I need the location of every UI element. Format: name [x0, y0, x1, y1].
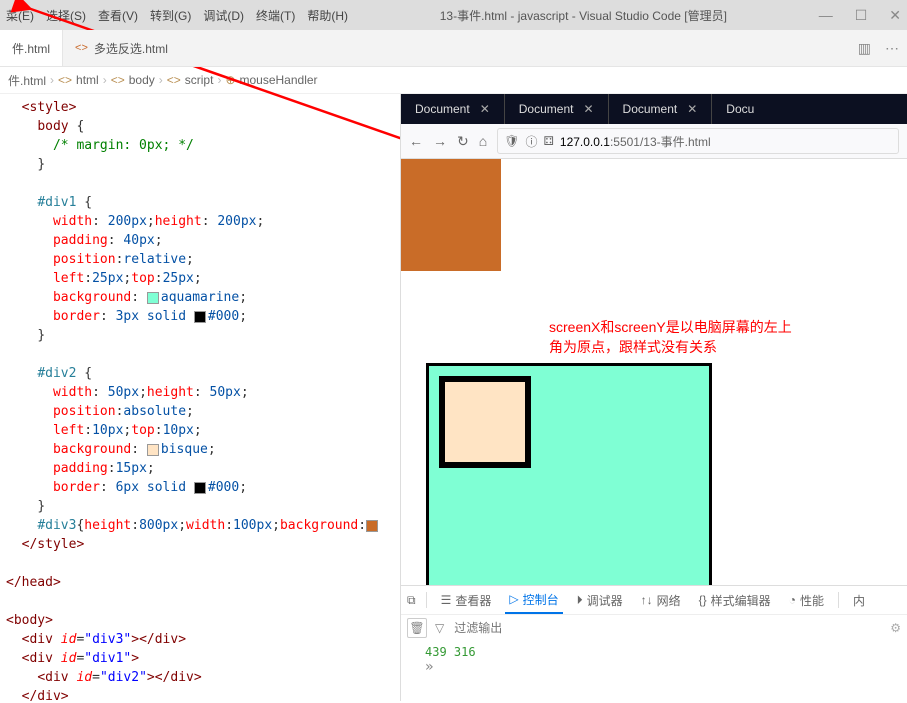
bracket-icon: <> [111, 73, 125, 87]
console-output[interactable]: 439 316 » [401, 641, 907, 701]
reload-icon[interactable]: ↻ [457, 133, 469, 150]
browser-tab[interactable]: Document✕ [609, 94, 713, 124]
home-icon[interactable]: ⌂ [479, 133, 487, 150]
more-icon[interactable]: ⋯ [885, 40, 899, 57]
tab-file1[interactable]: 件.html [0, 30, 63, 66]
info-icon: ⓘ [525, 133, 537, 150]
crumb[interactable]: mouseHandler [240, 73, 318, 87]
window-title: 13-事件.html - javascript - Visual Studio … [348, 7, 819, 24]
browser-tab[interactable]: Document✕ [401, 94, 505, 124]
menu-help[interactable]: 帮助(H) [307, 7, 348, 24]
permission-icon: ⚃ [543, 134, 553, 148]
bracket-icon: <> [58, 73, 72, 87]
clear-console-icon[interactable]: 🗑 [407, 618, 427, 638]
color-swatch [194, 311, 206, 323]
devtool-tab-network[interactable]: ↑↓网络 [637, 592, 685, 609]
devtool-tab-console[interactable]: ▷控制台 [505, 586, 562, 614]
color-swatch [366, 520, 378, 532]
browser-toolbar: ← → ↻ ⌂ 🛡 ⓘ ⚃ 127.0.0.1:5501/13-事件.html [401, 124, 907, 159]
menu-debug[interactable]: 调试(D) [203, 7, 244, 24]
menu-goto[interactable]: 转到(G) [150, 7, 191, 24]
filter-icon: ▽ [435, 621, 444, 635]
split-editor-icon[interactable]: ▥ [858, 40, 871, 57]
close-tab-icon[interactable]: ✕ [687, 102, 697, 116]
close-tab-icon[interactable]: ✕ [480, 102, 490, 116]
devtool-tab-perf[interactable]: ◔性能 [785, 592, 828, 609]
console-filter-input[interactable] [452, 620, 882, 636]
browser-preview-pane: Document✕ Document✕ Document✕ Docu ← → ↻… [400, 94, 907, 701]
annotation-text: screenX和screenY是以电脑屏幕的左上 角为原点，跟样式没有关系 [549, 317, 792, 357]
inspect-icon[interactable]: ⧉ [407, 593, 416, 608]
address-bar[interactable]: 🛡 ⓘ ⚃ 127.0.0.1:5501/13-事件.html [497, 128, 899, 154]
devtool-tab-more[interactable]: 内 [849, 592, 869, 609]
div1-preview [426, 363, 712, 585]
titlebar: 菜(E) 选择(S) 查看(V) 转到(G) 调试(D) 终端(T) 帮助(H)… [0, 0, 907, 30]
color-swatch [147, 292, 159, 304]
menu-bar: 菜(E) 选择(S) 查看(V) 转到(G) 调试(D) 终端(T) 帮助(H) [6, 7, 348, 24]
tab-label: 件.html [12, 40, 50, 57]
crumb[interactable]: 件.html [8, 72, 46, 89]
console-settings-icon[interactable]: ⚙ [890, 621, 901, 635]
menu-select[interactable]: 选择(S) [46, 7, 86, 24]
console-filter-bar: 🗑 ▽ ⚙ [401, 614, 907, 641]
html-icon: <> [75, 42, 88, 54]
tab-file2[interactable]: <> 多选反选.html [63, 30, 180, 66]
menu-edit[interactable]: 菜(E) [6, 7, 34, 24]
color-swatch [194, 482, 206, 494]
function-icon: ⊕ [225, 73, 235, 87]
maximize-button[interactable]: ☐ [855, 7, 868, 24]
crumb[interactable]: html [76, 73, 99, 87]
div2-preview [439, 376, 531, 468]
tab-label: 多选反选.html [94, 40, 168, 57]
breadcrumbs[interactable]: 件.html› <>html› <>body› <>script› ⊕mouse… [0, 67, 907, 94]
devtool-tab-inspector[interactable]: ☰查看器 [437, 592, 496, 609]
browser-tabs: Document✕ Document✕ Document✕ Docu [401, 94, 907, 124]
div3-preview [401, 159, 501, 271]
bracket-icon: <> [167, 73, 181, 87]
devtool-tab-debugger[interactable]: ⏵调试器 [573, 592, 627, 609]
minimize-button[interactable]: — [819, 7, 833, 24]
forward-icon[interactable]: → [433, 133, 447, 150]
console-prompt-icon: » [425, 659, 883, 675]
back-icon[interactable]: ← [409, 133, 423, 150]
menu-terminal[interactable]: 终端(T) [256, 7, 295, 24]
editor-tabs: 件.html <> 多选反选.html ▥ ⋯ [0, 30, 907, 67]
color-swatch [147, 444, 159, 456]
devtools-tabs: ⧉ ☰查看器 ▷控制台 ⏵调试器 ↑↓网络 {}样式编辑器 ◔性能 内 [401, 585, 907, 614]
close-tab-icon[interactable]: ✕ [583, 102, 593, 116]
menu-view[interactable]: 查看(V) [98, 7, 138, 24]
shield-icon: 🛡 [504, 134, 519, 148]
page-viewport[interactable]: screenX和screenY是以电脑屏幕的左上 角为原点，跟样式没有关系 [401, 159, 907, 585]
browser-tab[interactable]: Docu [712, 94, 768, 124]
browser-tab[interactable]: Document✕ [505, 94, 609, 124]
crumb[interactable]: body [129, 73, 155, 87]
devtool-tab-style[interactable]: {}样式编辑器 [695, 592, 775, 609]
code-editor[interactable]: <style> body { /* margin: 0px; */ } #div… [0, 94, 400, 701]
close-button[interactable]: ✕ [889, 7, 901, 24]
crumb[interactable]: script [185, 73, 214, 87]
